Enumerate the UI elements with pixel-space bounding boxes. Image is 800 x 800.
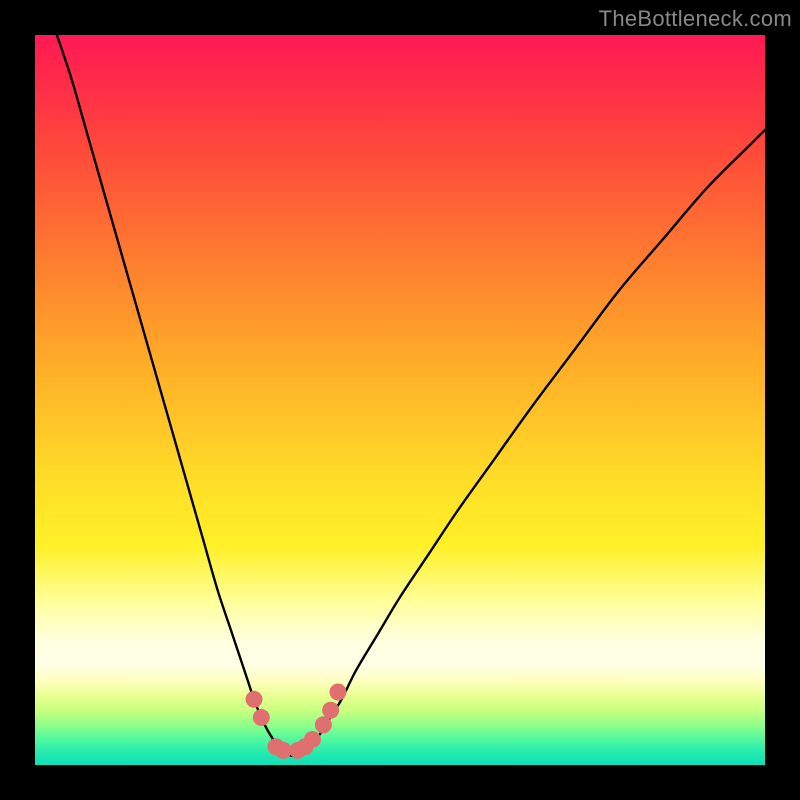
background-gradient — [35, 35, 765, 765]
watermark-text: TheBottleneck.com — [599, 6, 792, 32]
plot-area — [35, 35, 765, 765]
chart-stage: TheBottleneck.com — [0, 0, 800, 800]
